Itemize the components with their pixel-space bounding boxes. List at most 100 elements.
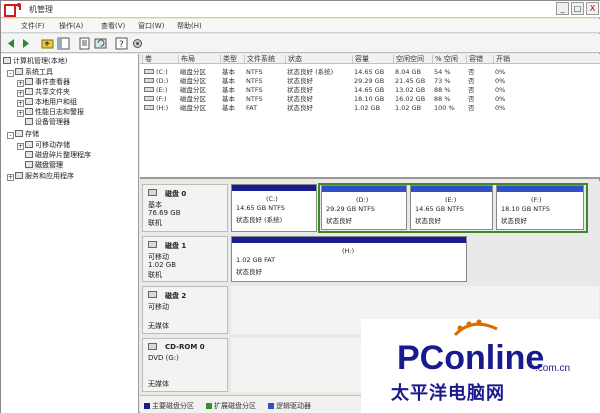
col-filesystem[interactable]: 文件系统: [244, 55, 275, 63]
col-layout[interactable]: 布局: [178, 55, 195, 63]
computer-icon: [3, 57, 11, 64]
expand-toggle-icon[interactable]: +: [17, 90, 24, 97]
expand-toggle-icon[interactable]: +: [17, 80, 24, 87]
menu-help[interactable]: 帮助(H): [177, 21, 202, 31]
col-type[interactable]: 类型: [220, 55, 237, 63]
volume-row[interactable]: (E:) 磁盘分区 基本 NTFS 状态良好 14.65 GB 13.02 GB 88 % 否 0…: [140, 86, 600, 94]
menu-window[interactable]: 窗口(W): [138, 21, 164, 31]
logical-drive-bar: [322, 186, 406, 192]
menu-action[interactable]: 操作(A): [59, 21, 83, 31]
volume-cell: 54 %: [434, 68, 451, 76]
back-icon[interactable]: [5, 37, 18, 50]
up-folder-icon[interactable]: [41, 37, 54, 50]
volume-cell: 1.02 GB: [354, 104, 381, 112]
col-overhead[interactable]: 开销: [493, 55, 510, 63]
partition-status: 状态良好: [501, 217, 527, 225]
minimize-button[interactable]: _: [556, 2, 569, 15]
menu-file[interactable]: 文件(F): [21, 21, 45, 31]
menu-bar: 文件(F) 操作(A) 查看(V) 窗口(W) 帮助(H): [1, 19, 600, 33]
partition-c[interactable]: (C:) 14.65 GB NTFS 状态良好 (系统): [231, 184, 317, 232]
tree-item-removable-storage[interactable]: + 可移动存储: [17, 141, 70, 150]
partition-d[interactable]: (D:) 29.29 GB NTFS 状态良好: [321, 185, 407, 230]
expand-toggle-icon[interactable]: +: [17, 100, 24, 107]
tree-item-performance-logs[interactable]: + 性能日志和警报: [17, 108, 84, 117]
legend-swatch: [268, 403, 274, 409]
partition-status: 状态良好: [415, 217, 441, 225]
maximize-button[interactable]: □: [571, 2, 584, 15]
storage-icon: [15, 130, 23, 137]
collapse-toggle-icon[interactable]: -: [7, 70, 14, 77]
defrag-icon: [25, 151, 33, 158]
drive-icon: [144, 87, 154, 92]
logical-drive-bar: [497, 186, 583, 192]
volume-row[interactable]: (D:) 磁盘分区 基本 NTFS 状态良好 29.29 GB 21.45 GB 73 % 否 0…: [140, 77, 600, 85]
volume-list: 卷 布局 类型 文件系统 状态 容量 空闲空间 % 空闲 容错 开销 (C:) 磁…: [140, 54, 600, 179]
tree-item-system-tools[interactable]: - 系统工具: [7, 68, 53, 77]
cdrom-icon: [148, 343, 157, 350]
col-status[interactable]: 状态: [285, 55, 302, 63]
volume-cell: 否: [468, 95, 475, 103]
tree-item-services-apps[interactable]: + 服务和应用程序: [7, 172, 74, 181]
legend-swatch: [206, 403, 212, 409]
menu-view[interactable]: 查看(V): [101, 21, 125, 31]
cdrom-0-label[interactable]: CD-ROM 0 DVD (G:) 无媒体: [142, 338, 228, 392]
volume-cell: 100 %: [434, 104, 455, 112]
forward-icon[interactable]: [19, 37, 32, 50]
settings-icon[interactable]: [131, 37, 144, 50]
help-icon[interactable]: ?: [115, 37, 128, 50]
expand-toggle-icon[interactable]: +: [17, 110, 24, 117]
refresh-icon[interactable]: [94, 37, 107, 50]
partition-h[interactable]: (H:) 1.02 GB FAT 状态良好: [231, 236, 467, 282]
tree-item-shared-folders[interactable]: + 共享文件夹: [17, 88, 70, 97]
volume-cell: 基本: [222, 77, 235, 85]
partition-info: 1.02 GB FAT: [236, 256, 276, 264]
collapse-toggle-icon[interactable]: -: [7, 132, 14, 139]
col-free-space[interactable]: 空闲空间: [393, 55, 424, 63]
disk-name: 磁盘 0: [165, 190, 187, 198]
drive-icon: [144, 96, 154, 101]
volume-cell: 状态良好: [287, 86, 313, 94]
partition-info: 29.29 GB NTFS: [326, 205, 375, 213]
volume-cell: 21.45 GB: [395, 77, 426, 85]
properties-icon[interactable]: [78, 37, 91, 50]
volume-row[interactable]: (C:) 磁盘分区 基本 NTFS 状态良好 (系统) 14.65 GB 8.04 GB 54…: [140, 68, 600, 76]
tools-icon: [15, 68, 23, 75]
partition-e[interactable]: (E:) 14.65 GB NTFS 状态良好: [410, 185, 493, 230]
show-hide-tree-icon[interactable]: [57, 37, 70, 50]
volume-cell: 0%: [495, 77, 506, 85]
volume-cell: 基本: [222, 104, 235, 112]
col-volume[interactable]: 卷: [142, 55, 152, 63]
volume-cell: 73 %: [434, 77, 451, 85]
tree-item-disk-management[interactable]: 磁盘管理: [25, 161, 63, 170]
expand-toggle-icon[interactable]: +: [7, 174, 14, 181]
disk-name: CD-ROM 0: [165, 343, 205, 351]
col-capacity[interactable]: 容量: [352, 55, 369, 63]
disk-1-label[interactable]: 磁盘 1 可移动 1.02 GB 联机: [142, 236, 228, 282]
disk-0-label[interactable]: 磁盘 0 基本 76.69 GB 联机: [142, 184, 228, 232]
volume-cell: 状态良好 (系统): [287, 68, 334, 76]
tree-item-storage[interactable]: - 存储: [7, 130, 39, 139]
close-button[interactable]: X: [586, 2, 599, 15]
expand-toggle-icon[interactable]: +: [17, 143, 24, 150]
volume-name-cell: (C:): [144, 68, 168, 76]
volume-row[interactable]: (H:) 磁盘分区 基本 FAT 状态良好 1.02 GB 1.02 GB 100 % 否 0%: [140, 104, 600, 112]
computer-management-window: 机管理 _ □ X 文件(F) 操作(A) 查看(V) 窗口(W) 帮助(H) …: [0, 0, 600, 413]
col-percent-free[interactable]: % 空闲: [432, 55, 458, 63]
shared-folder-icon: [25, 88, 33, 95]
volume-cell: 16.02 GB: [395, 95, 426, 103]
volume-list-header: 卷 布局 类型 文件系统 状态 容量 空闲空间 % 空闲 容错 开销: [140, 54, 600, 64]
volume-cell: 磁盘分区: [180, 104, 206, 112]
tree-item-device-manager[interactable]: 设备管理器: [25, 118, 70, 127]
disk-2-label[interactable]: 磁盘 2 可移动 无媒体: [142, 286, 228, 334]
partition-f[interactable]: (F:) 18.10 GB NTFS 状态良好: [496, 185, 584, 230]
volume-cell: 0%: [495, 95, 506, 103]
col-fault-tolerance[interactable]: 容错: [466, 55, 483, 63]
tree-item-event-viewer[interactable]: + 事件查看器: [17, 78, 70, 87]
tree-item-computer-management[interactable]: 计算机管理(本地): [3, 57, 67, 66]
disk-management-icon: [25, 161, 33, 168]
tree-item-local-users[interactable]: + 本地用户和组: [17, 98, 77, 107]
tree-item-defragmenter[interactable]: 磁盘碎片整理程序: [25, 151, 91, 160]
primary-partition-bar: [232, 185, 316, 191]
volume-name-cell: (H:): [144, 104, 168, 112]
volume-row[interactable]: (F:) 磁盘分区 基本 NTFS 状态良好 18.10 GB 16.02 GB 88 % 否 0…: [140, 95, 600, 103]
